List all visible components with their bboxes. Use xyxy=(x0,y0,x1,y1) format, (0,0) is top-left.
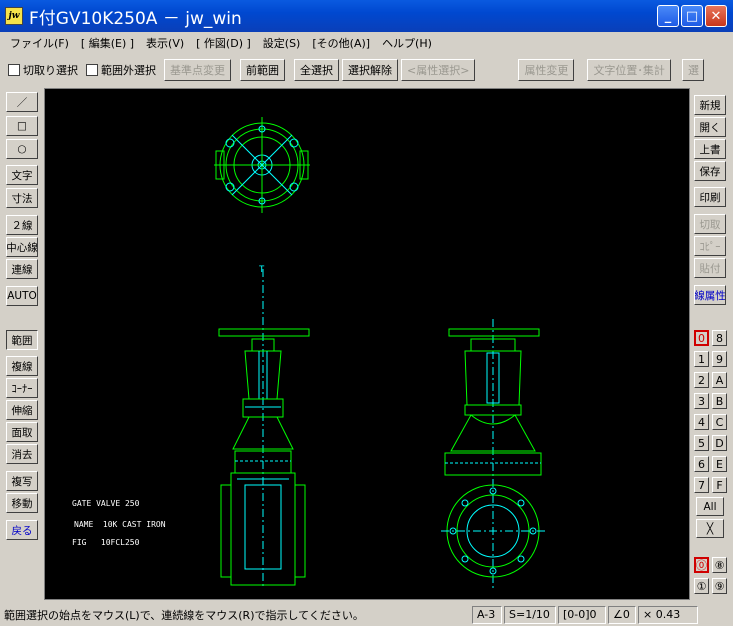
line-attribute-button[interactable]: 線属性 xyxy=(694,285,726,305)
app-icon[interactable]: jw xyxy=(5,7,23,25)
layer-5[interactable]: 5 xyxy=(694,435,709,451)
cut-button[interactable]: 切取 xyxy=(694,214,726,234)
cut-select-checkbox[interactable]: 切取り選択 xyxy=(8,62,78,78)
tool-chamfer[interactable]: 面取 xyxy=(6,422,38,442)
layer-B[interactable]: B xyxy=(712,393,727,409)
center-marker: T xyxy=(259,265,265,275)
zoom-display[interactable]: × 0.43 xyxy=(638,605,698,624)
menu-draw[interactable]: [ 作図(D) ] xyxy=(196,35,251,51)
layer-2[interactable]: 2 xyxy=(694,372,709,388)
drawing-label-name: NAME 10K CAST IRON xyxy=(74,520,166,529)
tool-circle[interactable]: ○ xyxy=(6,139,38,159)
menu-edit[interactable]: [ 編集(E) ] xyxy=(81,35,134,51)
tool-stretch[interactable]: 伸縮 xyxy=(6,400,38,420)
layer-A[interactable]: A xyxy=(712,372,727,388)
layer-E[interactable]: E xyxy=(712,456,727,472)
tool-erase[interactable]: 消去 xyxy=(6,444,38,464)
tool-auto[interactable]: AUTO xyxy=(6,286,38,306)
copy-button[interactable]: ｺﾋﾟｰ xyxy=(694,236,726,256)
scale-display[interactable]: S=1/10 xyxy=(504,605,556,624)
layer-group-8[interactable]: ⑧ xyxy=(712,557,727,573)
tool-connect-line[interactable]: 連線 xyxy=(6,259,38,279)
layer-D[interactable]: D xyxy=(712,435,727,451)
layer-F[interactable]: F xyxy=(712,477,727,493)
layer-9[interactable]: 9 xyxy=(712,351,727,367)
layer-8[interactable]: 8 xyxy=(712,330,727,346)
layer-invert-button[interactable]: ╳ xyxy=(696,519,724,538)
paste-button[interactable]: 貼付 xyxy=(694,258,726,278)
tool-corner[interactable]: ｺｰﾅｰ xyxy=(6,378,38,398)
status-bar: 範囲選択の始点をマウス(L)で、連続線をマウス(R)で指示してください。 A-3… xyxy=(0,603,733,626)
minimize-button[interactable]: _ xyxy=(657,5,679,27)
layer-C[interactable]: C xyxy=(712,414,727,430)
menu-view[interactable]: 表示(V) xyxy=(146,35,184,51)
tool-copy[interactable]: 複写 xyxy=(6,471,38,491)
file-open-button[interactable]: 開く xyxy=(694,117,726,137)
layer-display[interactable]: [0-0]0 xyxy=(558,605,606,624)
layer-group-9[interactable]: ⑨ xyxy=(712,578,727,594)
menu-other[interactable]: [その他(A)] xyxy=(312,35,370,51)
layer-all-button[interactable]: All xyxy=(696,497,724,516)
selection-toolbar: 切取り選択 範囲外選択 基準点変更 前範囲 全選択 選択解除 <属性選択> 属性… xyxy=(0,56,733,84)
tool-move[interactable]: 移動 xyxy=(6,493,38,513)
tool-line[interactable]: ／ xyxy=(6,92,38,112)
file-new-button[interactable]: 新規 xyxy=(694,95,726,115)
drawing-label-title: GATE VALVE 250 xyxy=(72,499,140,508)
tool-dimension[interactable]: 寸法 xyxy=(6,188,38,208)
deselect-button[interactable]: 選択解除 xyxy=(342,59,398,81)
tool-text[interactable]: 文字 xyxy=(6,165,38,185)
select-all-button[interactable]: 全選択 xyxy=(294,59,339,81)
drawing-label-fig: FIG 10FCL250 xyxy=(72,538,140,547)
tool-rectangle[interactable]: □ xyxy=(6,116,38,136)
window-title: F付GV10K250A － jw_win xyxy=(29,8,242,29)
layer-1[interactable]: 1 xyxy=(694,351,709,367)
tool-undo[interactable]: 戻る xyxy=(6,520,38,540)
layer-7[interactable]: 7 xyxy=(694,477,709,493)
valve-front-view xyxy=(218,269,310,589)
base-point-button[interactable]: 基準点変更 xyxy=(164,59,231,81)
layer-group-0[interactable]: ⓪ xyxy=(694,557,709,573)
menu-settings[interactable]: 設定(S) xyxy=(263,35,301,51)
status-message: 範囲選択の始点をマウス(L)で、連続線をマウス(R)で指示してください。 xyxy=(4,608,364,622)
tool-center-line[interactable]: 中心線 xyxy=(6,237,38,257)
file-save-button[interactable]: 保存 xyxy=(694,161,726,181)
layer-0[interactable]: 0 xyxy=(694,330,709,346)
tool-range[interactable]: 範囲 xyxy=(6,330,38,350)
drawing-canvas[interactable]: T GATE VALVE 250 NAME 10K CAST IRON FIG … xyxy=(44,88,690,600)
print-button[interactable]: 印刷 xyxy=(694,187,726,207)
paper-size[interactable]: A-3 xyxy=(472,605,502,624)
angle-display[interactable]: ∠0 xyxy=(608,605,636,624)
tool-parallel[interactable]: 複線 xyxy=(6,356,38,376)
valve-side-view xyxy=(441,319,545,589)
menu-bar: ファイル(F) [ 編集(E) ] 表示(V) [ 作図(D) ] 設定(S) … xyxy=(0,32,733,54)
close-button[interactable]: ✕ xyxy=(705,5,727,27)
title-bar: jw F付GV10K250A － jw_win _ □ ✕ xyxy=(0,0,733,32)
valve-top-view xyxy=(214,117,310,213)
layer-4[interactable]: 4 xyxy=(694,414,709,430)
maximize-button[interactable]: □ xyxy=(681,5,703,27)
layer-6[interactable]: 6 xyxy=(694,456,709,472)
attr-change-button[interactable]: 属性変更 xyxy=(518,59,575,81)
file-overwrite-button[interactable]: 上書 xyxy=(694,139,726,159)
outside-select-checkbox[interactable]: 範囲外選択 xyxy=(86,62,156,78)
layer-group-1[interactable]: ① xyxy=(694,578,709,594)
menu-file[interactable]: ファイル(F) xyxy=(10,35,69,51)
prev-range-button[interactable]: 前範囲 xyxy=(240,59,285,81)
attr-select-button[interactable]: <属性選択> xyxy=(401,59,476,81)
text-position-button[interactable]: 文字位置･集計 xyxy=(587,59,671,81)
layer-3[interactable]: 3 xyxy=(694,393,709,409)
overflow-button[interactable]: 選 xyxy=(681,59,704,81)
menu-help[interactable]: ヘルプ(H) xyxy=(382,35,432,51)
tool-double-line[interactable]: ２線 xyxy=(6,215,38,235)
